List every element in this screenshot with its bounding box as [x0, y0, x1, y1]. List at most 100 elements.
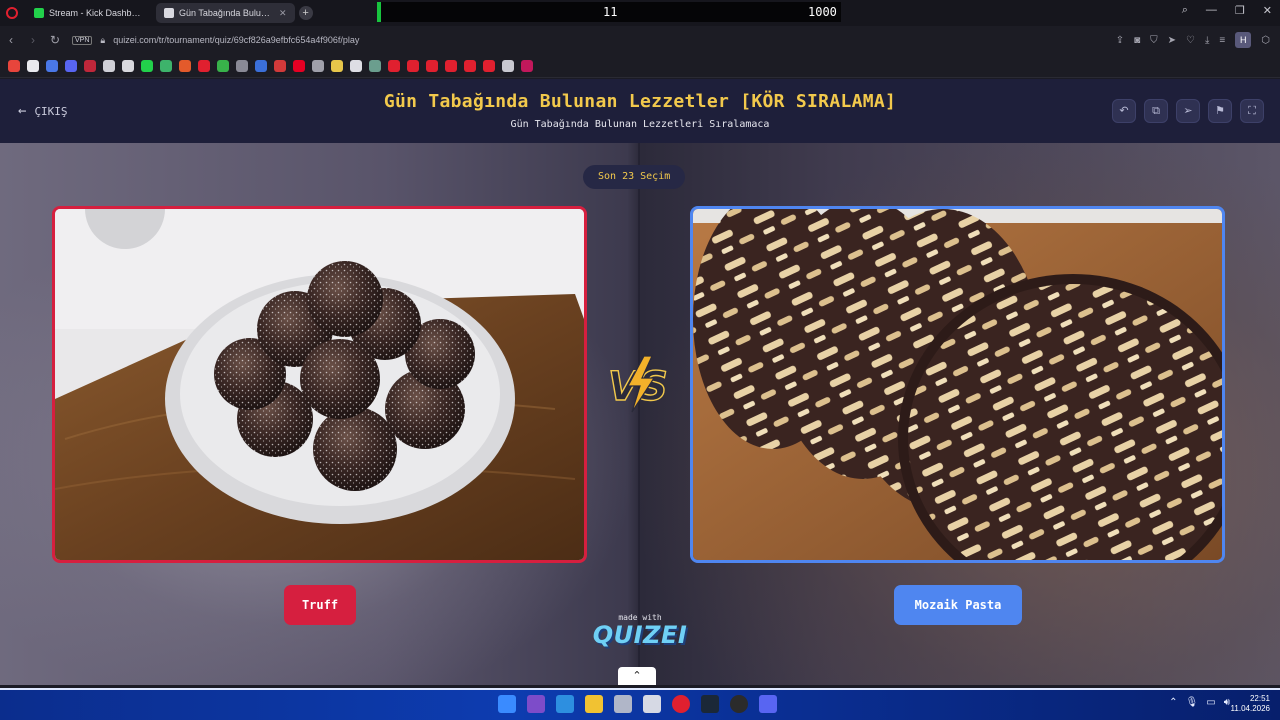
vscode-icon[interactable] — [556, 695, 574, 713]
left-choice-image[interactable] — [52, 206, 587, 563]
back-icon[interactable]: ‹ — [0, 33, 22, 47]
windows-start-icon[interactable] — [498, 695, 516, 713]
download-icon[interactable]: ⤓ — [1205, 35, 1209, 46]
url-field[interactable]: quizei.com/tr/tournament/quiz/69cf826a9e… — [113, 35, 359, 45]
quiz-toolbar: ↶ ⧉ ➢ ⚑ ⛶ — [1112, 99, 1264, 123]
counter-value-2: 1000 — [808, 5, 837, 19]
window-controls: ⌕ — ❐ ✕ — [1182, 4, 1272, 17]
undo-icon[interactable]: ↶ — [1112, 99, 1136, 123]
bookmark-red8-icon[interactable] — [483, 59, 495, 72]
network-icon[interactable]: ▭ — [1206, 697, 1215, 708]
volume-icon[interactable]: 🔊︎ — [1224, 697, 1230, 708]
extensions-icon[interactable]: ⬡ — [1261, 35, 1270, 46]
send-icon[interactable]: ➢ — [1176, 99, 1200, 123]
bookmark-green-icon[interactable] — [160, 59, 172, 72]
profile-avatar[interactable]: H — [1235, 32, 1252, 48]
taskbar-highlight — [0, 688, 1280, 690]
clock-date: 11.04.2026 — [1230, 704, 1270, 713]
bookmark-pen-icon[interactable] — [236, 59, 248, 72]
bookmark-whatsapp-icon[interactable] — [217, 59, 229, 72]
search-icon[interactable]: ⌕ — [1182, 4, 1188, 17]
heart-icon[interactable]: ♡ — [1186, 35, 1195, 46]
obs-icon[interactable] — [730, 695, 748, 713]
menu-icon[interactable]: ≡ — [1219, 35, 1225, 46]
bookmark-red5-icon[interactable] — [426, 59, 438, 72]
tab-kick-dashboard[interactable]: Stream - Kick Dashboard — [26, 3, 152, 23]
forward-icon[interactable]: › — [22, 33, 44, 47]
send-icon[interactable]: ➤ — [1168, 35, 1176, 46]
bookmark-yellow-icon[interactable] — [331, 59, 343, 72]
system-tray: ⌃ 🎙︎ ▭ 🔊︎ — [1169, 697, 1230, 708]
taskbar-clock[interactable]: 22:51 11.04.2026 — [1231, 694, 1270, 714]
quizei-logo[interactable]: QUIZEI — [0, 621, 1280, 649]
minimize-icon[interactable]: — — [1206, 4, 1217, 17]
truffle-photo — [55, 209, 584, 560]
visual-studio-icon[interactable] — [527, 695, 545, 713]
browser-tab-bar: Stream - Kick Dashboard Gün Tabağında Bu… — [0, 0, 1280, 26]
mozaik-pasta-photo — [693, 209, 1222, 560]
bookmark-red4-icon[interactable] — [407, 59, 419, 72]
bookmark-red6-icon[interactable] — [445, 59, 457, 72]
tab-label: Stream - Kick Dashboard — [49, 8, 144, 18]
bookmark-pinterest-icon[interactable] — [293, 59, 305, 72]
bookmark-kick-icon[interactable] — [141, 59, 153, 72]
tab-quizei[interactable]: Gün Tabağında Bulunan L ✕ — [156, 3, 295, 23]
bookmark-red3-icon[interactable] — [388, 59, 400, 72]
bookmark-gmail-icon[interactable] — [8, 59, 20, 72]
maximize-icon[interactable]: ❐ — [1235, 4, 1245, 17]
center-divider — [638, 143, 640, 685]
bookmark-red-icon[interactable] — [84, 59, 96, 72]
file-explorer-icon[interactable] — [585, 695, 603, 713]
reload-icon[interactable]: ↻ — [44, 33, 66, 47]
bookmark-red2-icon[interactable] — [274, 59, 286, 72]
bookmark-discord-icon[interactable] — [65, 59, 77, 72]
settings-icon[interactable] — [614, 695, 632, 713]
opera-menu-icon[interactable] — [6, 7, 18, 19]
microphone-icon[interactable]: 🎙︎ — [1186, 697, 1199, 708]
unity-icon[interactable] — [643, 695, 661, 713]
chevron-up-icon[interactable]: ⌃ — [618, 667, 656, 685]
bookmark-anchor-icon[interactable] — [502, 59, 514, 72]
bookmark-grey-icon[interactable] — [312, 59, 324, 72]
quiz-header: ← ÇIKIŞ Gün Tabağında Bulunan Lezzetler … — [0, 79, 1280, 143]
quiz-page: ← ÇIKIŞ Gün Tabağında Bulunan Lezzetler … — [0, 79, 1280, 685]
flag-icon[interactable]: ⚑ — [1208, 99, 1232, 123]
close-window-icon[interactable]: ✕ — [1263, 4, 1272, 17]
bookmark-orange-icon[interactable] — [179, 59, 191, 72]
share-icon[interactable]: ⇪ — [1116, 35, 1124, 46]
steam-icon[interactable] — [701, 695, 719, 713]
taskbar-apps — [498, 695, 777, 713]
vpn-badge[interactable]: VPN — [72, 35, 93, 45]
address-bar: ‹ › ↻ VPN 🔒︎ quizei.com/tr/tournament/qu… — [0, 26, 1280, 54]
lock-icon[interactable]: 🔒︎ — [100, 35, 105, 46]
bookmark-grid-icon[interactable] — [46, 59, 58, 72]
fullscreen-icon[interactable]: ⛶ — [1240, 99, 1264, 123]
vs-emblem-icon: VS — [607, 355, 668, 413]
discord-icon[interactable] — [759, 695, 777, 713]
quizei-favicon-icon — [164, 8, 174, 18]
tab-label: Gün Tabağında Bulunan L — [179, 8, 274, 18]
bookmarks-bar — [0, 54, 1280, 78]
share-icon[interactable]: ⧉ — [1144, 99, 1168, 123]
bookmark-youtube-icon[interactable] — [198, 59, 210, 72]
bookmark-link-icon[interactable] — [122, 59, 134, 72]
address-actions: ⇪ ◙ ⛉ ➤ ♡ ⤓ ≡ H ⬡ — [1116, 32, 1270, 48]
opera-icon[interactable] — [672, 695, 690, 713]
bookmark-blue-icon[interactable] — [255, 59, 267, 72]
chevron-up-tray-icon[interactable]: ⌃ — [1169, 697, 1177, 708]
close-tab-icon[interactable]: ✕ — [279, 8, 287, 19]
bookmark-x-icon[interactable] — [27, 59, 39, 72]
page-subtitle: Gün Tabağında Bulunan Lezzetleri Sıralam… — [510, 119, 770, 130]
shield-icon[interactable]: ⛉ — [1150, 35, 1158, 46]
kick-favicon-icon — [34, 8, 44, 18]
taskbar: ⌃ 🎙︎ ▭ 🔊︎ 22:51 11.04.2026 — [0, 688, 1280, 720]
right-choice-image[interactable] — [690, 206, 1225, 563]
bookmark-twitch-icon[interactable] — [521, 59, 533, 72]
bookmark-white-icon[interactable] — [350, 59, 362, 72]
bookmark-teal-icon[interactable] — [369, 59, 381, 72]
bookmark-red7-icon[interactable] — [464, 59, 476, 72]
clock-time: 22:51 — [1249, 694, 1270, 703]
bookmark-f-icon[interactable] — [103, 59, 115, 72]
new-tab-button[interactable]: + — [298, 6, 313, 20]
camera-icon[interactable]: ◙ — [1134, 35, 1140, 46]
